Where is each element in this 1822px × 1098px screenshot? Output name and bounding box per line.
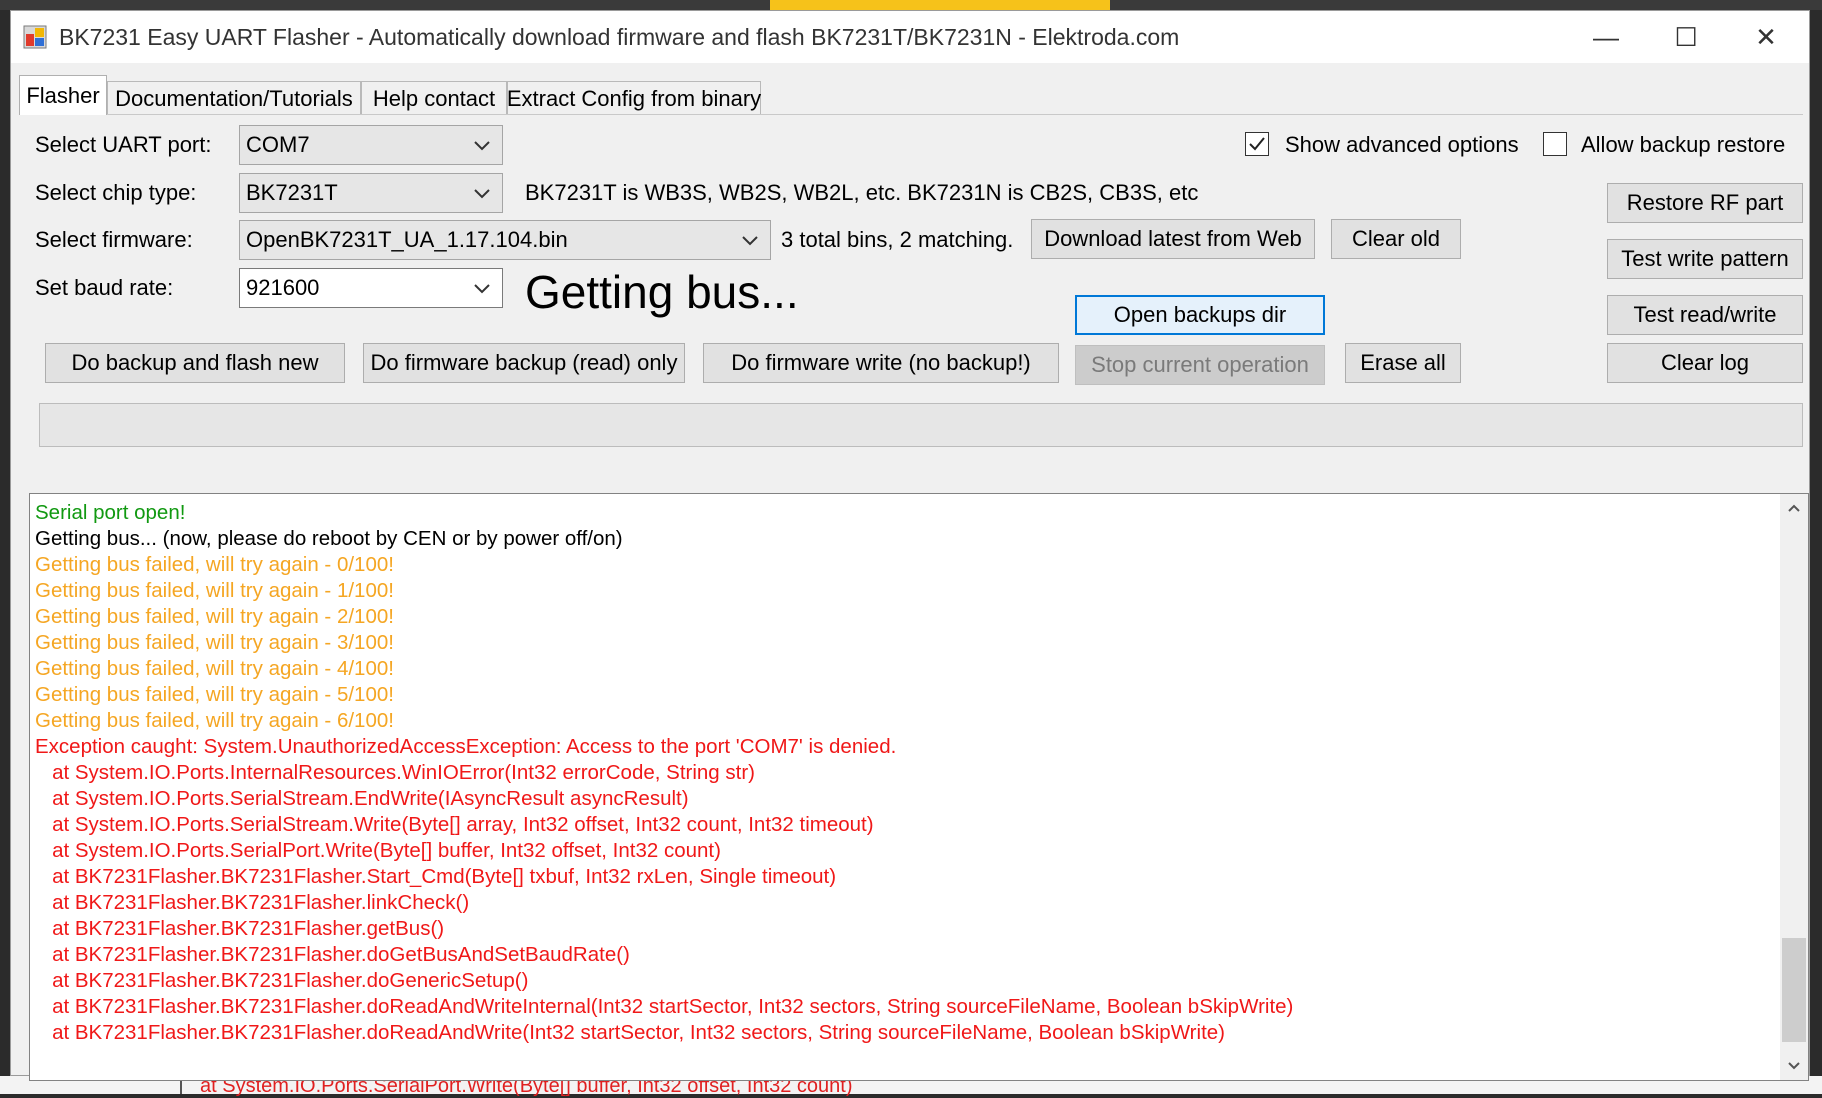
restore-rf-button[interactable]: Restore RF part [1607,183,1803,223]
chevron-down-icon [474,141,490,151]
tab-documentation[interactable]: Documentation/Tutorials [107,81,361,115]
log-line: Getting bus... (now, please do reboot by… [35,527,623,550]
chip-hint: BK7231T is WB3S, WB2S, WB2L, etc. BK7231… [525,180,1199,205]
log-output[interactable]: Serial port open! Getting bus... (now, pl… [29,493,1809,1081]
log-line: Getting bus failed, will try again - 5/1… [35,683,394,706]
clear-log-button[interactable]: Clear log [1607,343,1803,383]
flasher-panel: Select UART port: COM7 Show advanced opt… [19,114,1809,1081]
chip-type-select[interactable]: BK7231T [239,173,503,213]
scroll-up-icon[interactable] [1780,494,1808,522]
status-text: Getting bus... [525,266,799,318]
uart-port-label: Select UART port: [35,132,212,157]
tab-extract-config[interactable]: Extract Config from binary [507,81,761,115]
bins-info: 3 total bins, 2 matching. [781,227,1014,252]
test-read-write-button[interactable]: Test read/write [1607,295,1803,335]
log-lines: Serial port open! Getting bus... (now, pl… [35,500,1775,1046]
test-write-pattern-button[interactable]: Test write pattern [1607,239,1803,279]
maximize-button[interactable]: ☐ [1641,11,1731,63]
open-backups-dir-button[interactable]: Open backups dir [1075,295,1325,335]
checkmark-icon [1249,137,1265,151]
log-line: Getting bus failed, will try again - 4/1… [35,657,394,680]
log-line: Exception caught: System.UnauthorizedAcc… [35,735,897,758]
log-line: at System.IO.Ports.SerialPort.Write(Byte… [35,839,721,862]
log-line: Getting bus failed, will try again - 6/1… [35,709,394,732]
backup-and-flash-button[interactable]: Do backup and flash new [45,343,345,383]
download-latest-button[interactable]: Download latest from Web [1031,219,1315,259]
uart-port-value: COM7 [246,132,310,157]
tab-flasher[interactable]: Flasher [19,75,107,115]
log-line: Getting bus failed, will try again - 2/1… [35,605,394,628]
minimize-button[interactable]: — [1561,11,1651,63]
log-scrollbar[interactable] [1780,494,1808,1080]
baud-rate-select[interactable]: 921600 [239,268,503,308]
firmware-select[interactable]: OpenBK7231T_UA_1.17.104.bin [239,220,771,260]
firmware-value: OpenBK7231T_UA_1.17.104.bin [246,227,568,252]
allow-backup-restore-checkbox[interactable] [1543,132,1567,156]
baud-rate-label: Set baud rate: [35,275,174,300]
progress-bar [39,403,1803,447]
log-line: Serial port open! [35,501,186,524]
log-line: Getting bus failed, will try again - 3/1… [35,631,394,654]
show-advanced-checkbox[interactable] [1245,132,1269,156]
app-icon [23,25,47,49]
chevron-down-icon [474,284,490,294]
allow-backup-restore-label[interactable]: Allow backup restore [1581,132,1785,158]
uart-port-select[interactable]: COM7 [239,125,503,165]
firmware-label: Select firmware: [35,227,193,252]
scroll-thumb[interactable] [1782,938,1806,1042]
log-line: at System.IO.Ports.InternalResources.Win… [35,761,756,784]
erase-all-button[interactable]: Erase all [1345,343,1461,383]
clear-old-button[interactable]: Clear old [1331,219,1461,259]
tab-help-contact[interactable]: Help contact [361,81,507,115]
window-title: BK7231 Easy UART Flasher - Automatically… [59,24,1180,50]
log-line: Getting bus failed, will try again - 1/1… [35,579,394,602]
chip-type-value: BK7231T [246,180,338,205]
title-bar[interactable]: BK7231 Easy UART Flasher - Automatically… [11,11,1809,63]
background-banner [770,0,1110,10]
log-line: at BK7231Flasher.BK7231Flasher.doReadAnd… [35,995,1294,1018]
log-line: at System.IO.Ports.SerialStream.Write(By… [35,813,874,836]
chevron-down-icon [474,189,490,199]
write-no-backup-button[interactable]: Do firmware write (no backup!) [703,343,1059,383]
log-line: at BK7231Flasher.BK7231Flasher.getBus() [35,917,445,940]
log-line: at BK7231Flasher.BK7231Flasher.doReadAnd… [35,1021,1225,1044]
backup-only-button[interactable]: Do firmware backup (read) only [363,343,685,383]
log-line: at BK7231Flasher.BK7231Flasher.linkCheck… [35,891,470,914]
log-line: at BK7231Flasher.BK7231Flasher.doGetBusA… [35,943,630,966]
chevron-down-icon [742,236,758,246]
log-line: at BK7231Flasher.BK7231Flasher.doGeneric… [35,969,529,992]
chip-type-label: Select chip type: [35,180,197,205]
log-line: Getting bus failed, will try again - 0/1… [35,553,394,576]
stop-operation-button[interactable]: Stop current operation [1075,345,1325,385]
log-line: at System.IO.Ports.SerialStream.EndWrite… [35,787,689,810]
show-advanced-label[interactable]: Show advanced options [1285,132,1519,158]
log-line: at BK7231Flasher.BK7231Flasher.Start_Cmd… [35,865,837,888]
app-window: BK7231 Easy UART Flasher - Automatically… [10,10,1810,1081]
scroll-down-icon[interactable] [1780,1052,1808,1080]
baud-rate-value: 921600 [246,275,320,300]
close-button[interactable]: ✕ [1721,11,1811,63]
tab-strip: Flasher Documentation/Tutorials Help con… [11,71,1809,115]
